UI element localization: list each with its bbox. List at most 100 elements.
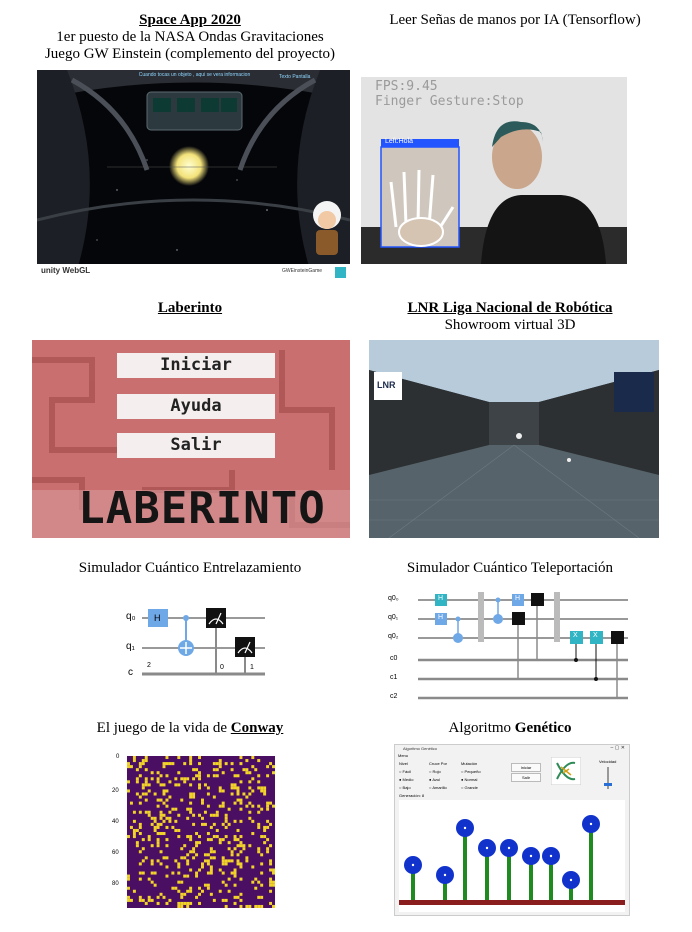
exit-button[interactable]: Salir	[117, 433, 275, 458]
conway-tick-0: 0	[116, 754, 120, 760]
flower-stem	[463, 828, 467, 900]
help-button[interactable]: Ayuda	[117, 394, 275, 419]
start-ga-button[interactable]: Iniciar	[511, 763, 541, 772]
conway-live-cell	[224, 762, 228, 766]
conway-live-cell	[192, 813, 196, 817]
option-azul[interactable]: ● Azul	[429, 776, 447, 784]
conway-live-cell	[236, 786, 240, 790]
conway-live-cell	[206, 862, 210, 866]
conway-live-cell	[272, 868, 275, 872]
conway-live-cell	[206, 853, 210, 857]
conway-live-cell	[153, 816, 157, 820]
conway-live-cell	[212, 822, 216, 826]
conway-live-cell	[195, 774, 199, 778]
conway-live-cell	[233, 774, 237, 778]
space-app-line1: 1er puesto de la NASA Ondas Gravitacione…	[56, 29, 324, 45]
conway-live-cell	[174, 828, 178, 832]
conway-live-cell	[189, 783, 193, 787]
conway-live-cell	[159, 850, 163, 854]
group-mutacion-label: Mutación	[461, 761, 478, 766]
conway-live-cell	[224, 816, 228, 820]
option-facil[interactable]: ○ Fácil	[399, 768, 413, 776]
conway-live-cell	[150, 862, 154, 866]
conway-live-cell	[165, 901, 169, 905]
sun-icon	[169, 146, 209, 186]
conway-live-cell	[186, 816, 190, 820]
conway-live-cell	[198, 841, 201, 845]
conway-live-cell	[168, 819, 172, 823]
option-rojo[interactable]: ○ Rojo	[429, 768, 447, 776]
conway-live-cell	[159, 816, 163, 820]
conway-live-cell	[206, 792, 210, 796]
conway-live-cell	[266, 838, 270, 842]
conway-live-cell	[224, 825, 228, 829]
option-pequeno[interactable]: ○ Pequeño	[461, 768, 481, 776]
exit-ga-button[interactable]: Salir	[511, 773, 541, 782]
conway-live-cell	[230, 859, 234, 863]
conway-live-cell	[177, 865, 181, 869]
hud-info-text: Cuando tocas un objeto , aqui se vera in…	[138, 72, 251, 78]
generation-label: Generación: 8	[399, 793, 425, 798]
conway-live-cell	[269, 877, 273, 881]
velocity-slider-thumb[interactable]	[604, 783, 612, 786]
conway-live-cell	[209, 865, 213, 869]
option-bajo[interactable]: ○ Bajo	[399, 784, 413, 792]
conway-live-cell	[236, 859, 240, 863]
conway-live-cell	[215, 813, 219, 817]
genetic-title-prefix: Algoritmo	[448, 720, 515, 736]
conway-live-cell	[230, 762, 234, 766]
conway-live-cell	[150, 871, 154, 875]
conway-live-cell	[236, 838, 240, 842]
conway-live-cell	[221, 771, 225, 775]
conway-live-cell	[263, 789, 267, 793]
conway-live-cell	[221, 880, 225, 884]
conway-live-cell	[141, 783, 145, 787]
option-amarillo[interactable]: ○ Amarillo	[429, 784, 447, 792]
option-grande[interactable]: ○ Grande	[461, 784, 481, 792]
unity-webgl-label: unity WebGL	[41, 266, 91, 275]
conway-live-cell	[203, 859, 207, 863]
conway-live-cell	[174, 886, 178, 890]
conway-live-cell	[215, 835, 219, 839]
flower-center	[485, 846, 489, 850]
conway-live-cell	[221, 804, 225, 808]
conway-live-cell	[168, 810, 172, 814]
start-button[interactable]: Iniciar	[117, 353, 275, 378]
option-medio[interactable]: ● Medio	[399, 776, 413, 784]
genetic-menu[interactable]: Menu	[398, 753, 408, 758]
conway-live-cell	[186, 889, 190, 893]
conway-live-cell	[201, 862, 204, 866]
conway-live-cell	[257, 810, 261, 814]
option-normal[interactable]: ● Normal	[461, 776, 481, 784]
window-controls[interactable]: – ▢ ✕	[611, 745, 625, 751]
conway-live-cell	[221, 898, 225, 902]
c-label: c	[128, 667, 133, 678]
conway-live-cell	[162, 819, 166, 823]
conway-live-cell	[233, 783, 237, 787]
conway-live-cell	[198, 892, 201, 896]
conway-live-cell	[135, 841, 139, 845]
conway-live-cell	[127, 789, 130, 793]
conway-live-cell	[227, 889, 231, 893]
conway-live-cell	[248, 780, 252, 784]
conway-live-cell	[201, 816, 204, 820]
flower-center	[507, 846, 511, 850]
conway-live-cell	[206, 871, 210, 875]
conway-live-cell	[233, 835, 237, 839]
conway-live-cell	[144, 783, 148, 787]
conway-live-cell	[127, 874, 130, 878]
conway-live-cell	[147, 895, 151, 899]
conway-live-cell	[242, 768, 246, 772]
conway-live-cell	[192, 792, 196, 796]
conway-live-cell	[198, 774, 201, 778]
conway-live-cell	[159, 822, 163, 826]
conway-live-cell	[233, 883, 237, 887]
conway-live-cell	[254, 904, 258, 908]
conway-live-cell	[266, 819, 270, 823]
conway-live-cell	[263, 786, 267, 790]
conway-live-cell	[165, 856, 169, 860]
conway-live-cell	[239, 756, 243, 760]
conway-live-cell	[192, 777, 196, 781]
conway-live-cell	[171, 871, 175, 875]
conway-live-cell	[218, 804, 222, 808]
